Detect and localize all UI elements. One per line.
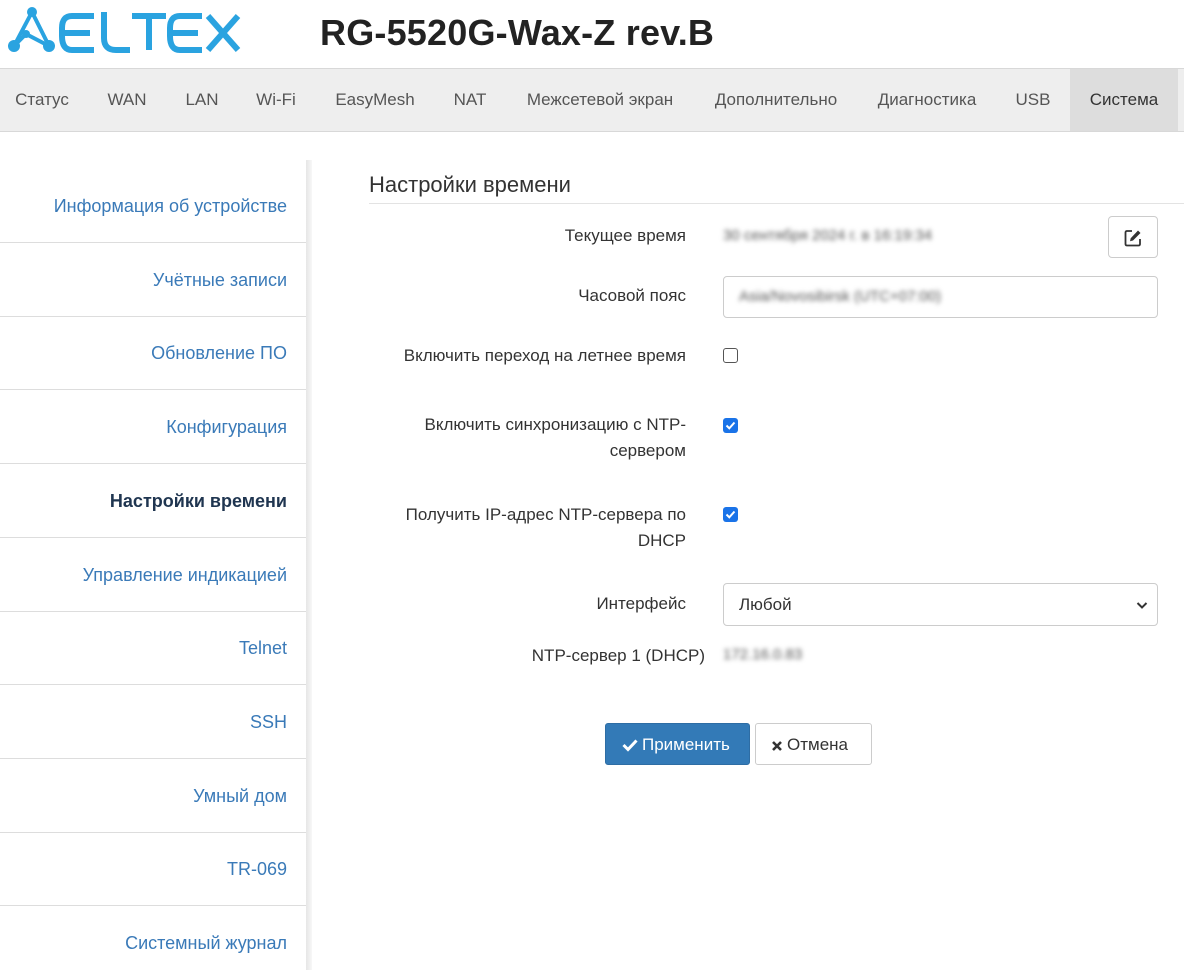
checkmark-icon bbox=[725, 510, 736, 519]
close-icon bbox=[772, 741, 782, 751]
sidebar-divider bbox=[306, 160, 312, 970]
tab-system[interactable]: Система bbox=[1070, 69, 1178, 131]
check-icon bbox=[622, 739, 638, 752]
ntp-sync-label: Включить синхронизацию с NTP-сервером bbox=[424, 415, 687, 460]
tab-nat[interactable]: NAT bbox=[439, 69, 501, 131]
sidebar-item-syslog[interactable]: Системный журнал bbox=[0, 907, 306, 975]
sidebar-item-telnet[interactable]: Telnet bbox=[0, 612, 306, 685]
current-time-label: Текущее время bbox=[564, 226, 686, 245]
sidebar-item-time-settings[interactable]: Настройки времени bbox=[0, 465, 306, 538]
title-divider bbox=[369, 203, 1184, 204]
dst-checkbox[interactable] bbox=[723, 348, 738, 363]
apply-button[interactable]: Применить bbox=[605, 723, 750, 765]
eltex-logo[interactable] bbox=[4, 6, 244, 56]
tab-firewall[interactable]: Межсетевой экран bbox=[508, 69, 692, 131]
edit-icon bbox=[1124, 230, 1141, 247]
interface-selected-value: Любой bbox=[739, 595, 792, 614]
timezone-field[interactable]: Asia/Novosibirsk (UTC+07:00) bbox=[723, 276, 1158, 318]
ntp-dhcp-checkbox[interactable] bbox=[723, 507, 738, 522]
apply-button-label: Применить bbox=[642, 735, 730, 754]
tab-lan[interactable]: LAN bbox=[170, 69, 234, 131]
cancel-button-label: Отмена bbox=[787, 735, 848, 754]
tab-usb[interactable]: USB bbox=[1001, 69, 1065, 131]
tab-easymesh[interactable]: EasyMesh bbox=[318, 69, 432, 131]
checkmark-icon bbox=[725, 421, 736, 430]
timezone-label: Часовой пояс bbox=[578, 286, 686, 305]
ntp-server-label: NTP-сервер 1 (DHCP) bbox=[531, 646, 705, 665]
tab-status[interactable]: Статус bbox=[0, 69, 84, 131]
header: RG-5520G-Wax-Z rev.B bbox=[0, 0, 1184, 68]
main-navbar: Статус WAN LAN Wi-Fi EasyMesh NAT Межсет… bbox=[0, 68, 1184, 132]
dst-label: Включить переход на летнее время bbox=[403, 346, 686, 365]
ntp-sync-checkbox[interactable] bbox=[723, 418, 738, 433]
interface-label: Интерфейс bbox=[596, 594, 686, 613]
page-title: Настройки времени bbox=[369, 172, 571, 197]
chevron-down-icon bbox=[1136, 602, 1148, 609]
device-model-title: RG-5520G-Wax-Z rev.B bbox=[320, 12, 715, 53]
sidebar-item-configuration[interactable]: Конфигурация bbox=[0, 391, 306, 464]
sidebar-item-accounts[interactable]: Учётные записи bbox=[0, 244, 306, 317]
sidebar-item-firmware-update[interactable]: Обновление ПО bbox=[0, 317, 306, 390]
cancel-button[interactable]: Отмена bbox=[755, 723, 872, 765]
current-time-value: 30 сентября 2024 г. в 16:19:34 bbox=[723, 227, 933, 244]
sidebar-item-tr069[interactable]: TR-069 bbox=[0, 833, 306, 906]
edit-time-button[interactable] bbox=[1108, 216, 1158, 258]
tab-wan[interactable]: WAN bbox=[91, 69, 163, 131]
tab-advanced[interactable]: Дополнительно bbox=[699, 69, 853, 131]
ntp-server-value: 172.16.0.83 bbox=[723, 646, 803, 663]
tab-wifi[interactable]: Wi-Fi bbox=[241, 69, 311, 131]
sidebar-item-device-info[interactable]: Информация об устройстве bbox=[0, 170, 306, 243]
interface-select[interactable]: Любой bbox=[723, 583, 1158, 626]
sidebar-item-smart-home[interactable]: Умный дом bbox=[0, 760, 306, 833]
tab-diagnostics[interactable]: Диагностика bbox=[860, 69, 994, 131]
timezone-value: Asia/Novosibirsk (UTC+07:00) bbox=[739, 288, 942, 305]
sidebar-item-led-control[interactable]: Управление индикацией bbox=[0, 539, 306, 612]
ntp-dhcp-label: Получить IP-адрес NTP-сервера по DHCP bbox=[405, 505, 686, 550]
sidebar-item-ssh[interactable]: SSH bbox=[0, 686, 306, 759]
